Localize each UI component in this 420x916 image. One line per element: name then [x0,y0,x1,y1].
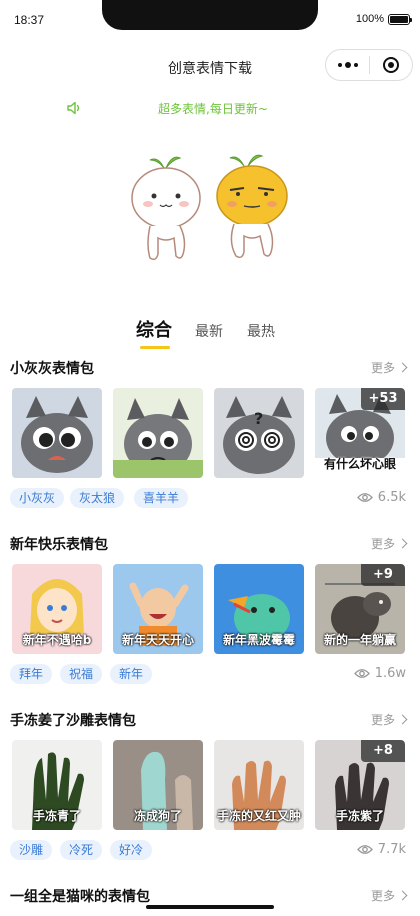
more-link[interactable]: 更多 [371,711,408,728]
chevron-right-icon [397,714,408,725]
more-stickers-count: +8 [361,740,405,762]
sticker-thumbnail[interactable]: 新年黑波霉霉 [214,564,304,654]
sticker-thumbnail[interactable]: 新年不遇哈b [12,564,102,654]
pack-title: 一组全是猫咪的表情包 [10,889,150,905]
sticker-pack-card[interactable]: 手冻姜了沙雕表情包 更多 手冻青了 冻成狗了 手冻的又红又肿 手冻紫了 +8 沙… [0,706,420,862]
more-link[interactable]: 更多 [371,359,408,376]
notice-text: 超多表情,每日更新~ [158,102,268,116]
pack-title: 新年快乐表情包 [10,537,108,553]
more-stickers-count: +53 [361,388,405,410]
more-link[interactable]: 更多 [371,887,408,904]
svg-text:?: ? [254,409,263,428]
tab-latest[interactable]: 最新 [195,321,223,341]
sticker-thumbnail[interactable]: 手冻紫了 +8 [315,740,405,830]
eye-icon [353,669,370,678]
white-mascot-illustration [131,156,201,261]
more-options-button[interactable] [326,62,369,68]
pack-title: 小灰灰表情包 [10,361,94,377]
category-tabs: 综合 最新 最热 [0,318,420,354]
tag-chip[interactable]: 冷死 [60,840,103,860]
battery-icon [388,13,412,25]
view-count: 6.5k [356,490,406,505]
screen-notch [102,0,318,30]
sticker-pack-card[interactable]: 新年快乐表情包 更多 新年不遇哈b 新年天天开心 新年黑波霉霉 新的一年躺赢 +… [0,530,420,686]
chevron-right-icon [397,362,408,373]
close-mini-program-button[interactable] [370,57,412,73]
sticker-thumbnail[interactable]: 手冻的又红又肿 [214,740,304,830]
view-count: 1.6w [353,666,406,681]
yellow-mascot-illustration [216,154,288,259]
more-link[interactable]: 更多 [371,535,408,552]
sticker-thumbnail[interactable]: 手冻青了 [12,740,102,830]
sticker-thumbnail[interactable]: 新年天天开心 [113,564,203,654]
battery-percent: 100% [355,13,384,25]
eye-icon [356,493,373,502]
sticker-thumbnail[interactable] [12,388,102,478]
tag-chip[interactable]: 喜羊羊 [134,488,189,508]
chevron-right-icon [397,538,408,549]
sticker-thumbnail[interactable] [113,388,203,478]
notice-bar: 超多表情,每日更新~ [0,96,420,120]
status-bar: 18:37 100% [0,0,420,40]
tag-chip[interactable]: 祝福 [60,664,103,684]
nav-bar: 创意表情下载 [0,44,420,88]
speaker-icon [67,101,80,115]
active-tab-indicator [140,346,170,349]
target-icon [382,57,399,73]
tag-chip[interactable]: 沙雕 [10,840,53,860]
tab-comprehensive[interactable]: 综合 [136,316,172,342]
eye-icon [356,845,373,854]
tab-hottest[interactable]: 最热 [247,321,275,341]
sticker-pack-card[interactable]: 小灰灰表情包 更多 ? 有什么坏心眼 +53 小灰灰 灰太狼 喜羊羊 6.5k [0,354,420,510]
tag-chip[interactable]: 新年 [110,664,153,684]
status-time: 18:37 [14,13,45,27]
sticker-thumbnail[interactable]: 有什么坏心眼 +53 [315,388,405,478]
sticker-thumbnail[interactable]: 冻成狗了 [113,740,203,830]
home-indicator[interactable] [146,905,274,909]
tag-chip[interactable]: 灰太狼 [70,488,125,508]
banner [0,150,420,270]
battery-indicator: 100% [355,13,412,25]
pack-title: 手冻姜了沙雕表情包 [10,713,136,729]
sticker-thumbnail[interactable]: 新的一年躺赢 +9 [315,564,405,654]
tag-chip[interactable]: 好冷 [110,840,153,860]
more-stickers-count: +9 [361,564,405,586]
sticker-thumbnail[interactable]: ? [214,388,304,478]
mini-program-capsule [325,49,413,81]
view-count: 7.7k [356,842,406,857]
tag-chip[interactable]: 拜年 [10,664,53,684]
chevron-right-icon [397,890,408,901]
tag-chip[interactable]: 小灰灰 [10,488,65,508]
